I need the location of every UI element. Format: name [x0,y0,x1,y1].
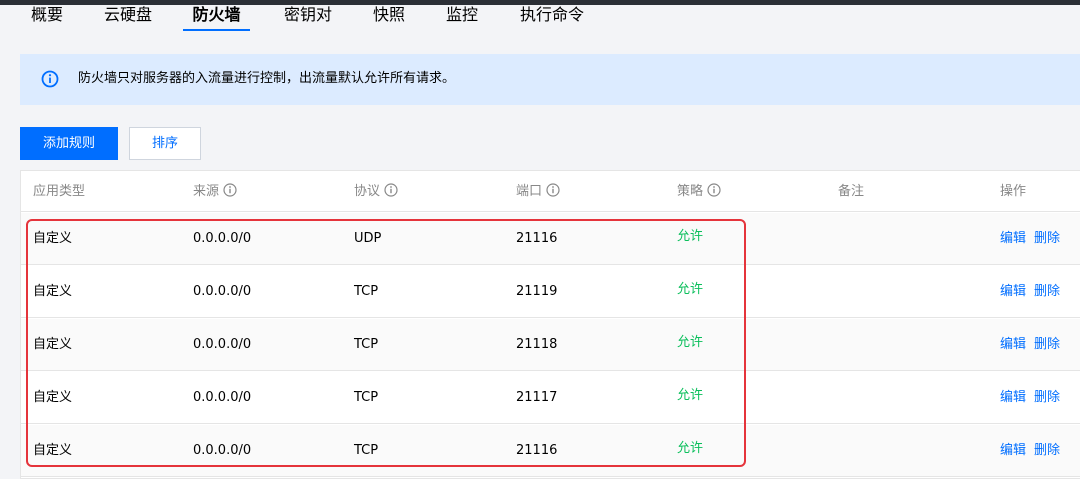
cell-port: 21119 [516,284,558,299]
header-policy-label: 策略 [677,184,704,199]
cell-protocol: TCP [354,337,379,352]
cell-port: 21116 [516,443,558,458]
edit-link[interactable]: 编辑 [1000,372,1026,424]
edit-link[interactable]: 编辑 [1000,266,1026,318]
cell-source: 0.0.0.0/0 [193,337,252,352]
delete-link[interactable]: 删除 [1034,425,1060,477]
delete-link[interactable]: 删除 [1034,213,1060,265]
tab-key-pair[interactable]: 密钥对 [284,5,332,31]
cell-app-type: 自定义 [33,337,73,352]
cell-protocol: TCP [354,390,379,405]
notice-text: 防火墙只对服务器的入流量进行控制，出流量默认允许所有请求。 [78,71,456,86]
cell-source: 0.0.0.0/0 [193,231,252,246]
table-row: 自定义 0.0.0.0/0 TCP 21117 允许 编辑 删除 [21,372,1080,424]
info-icon [41,70,59,88]
cell-app-type: 自定义 [33,284,73,299]
tab-bar: 概要 云硬盘 防火墙 密钥对 快照 监控 执行命令 [0,5,1080,31]
delete-link[interactable]: 删除 [1034,266,1060,318]
edit-link[interactable]: 编辑 [1000,425,1026,477]
cell-protocol: UDP [354,231,382,246]
header-actions: 操作 [1000,184,1027,199]
cell-policy: 允许 [677,441,704,456]
cell-app-type: 自定义 [33,390,73,405]
header-port-label: 端口 [516,184,543,199]
cell-source: 0.0.0.0/0 [193,443,252,458]
cell-protocol: TCP [354,443,379,458]
header-app-type: 应用类型 [33,171,85,212]
cell-policy: 允许 [677,335,704,350]
cell-policy: 允许 [677,229,704,244]
table-row: 自定义 0.0.0.0/0 TCP 21116 允许 编辑 删除 [21,425,1080,477]
cell-port: 21118 [516,337,558,352]
table-row: 自定义 0.0.0.0/0 UDP 21116 允许 编辑 删除 [21,213,1080,265]
table-row: 自定义 0.0.0.0/0 TCP 21119 允许 编辑 删除 [21,266,1080,318]
help-icon[interactable] [384,183,398,197]
tab-firewall[interactable]: 防火墙 [183,5,250,31]
sort-button[interactable]: 排序 [129,127,201,160]
tab-cloud-disk[interactable]: 云硬盘 [104,5,152,31]
help-icon[interactable] [546,183,560,197]
cell-protocol: TCP [354,284,379,299]
firewall-notice: 防火墙只对服务器的入流量进行控制，出流量默认允许所有请求。 [20,54,1080,105]
edit-link[interactable]: 编辑 [1000,319,1026,371]
header-port: 端口 [516,171,560,212]
add-rule-button[interactable]: 添加规则 [20,127,118,160]
delete-link[interactable]: 删除 [1034,372,1060,424]
header-source: 来源 [193,171,237,212]
header-policy: 策略 [677,171,721,212]
cell-app-type: 自定义 [33,231,73,246]
header-app-type-label: 应用类型 [33,184,86,199]
table-header: 应用类型 来源 协议 端口 策略 备注 操作 [21,171,1080,212]
tab-monitor[interactable]: 监控 [446,5,478,31]
header-remark: 备注 [838,184,865,199]
cell-source: 0.0.0.0/0 [193,284,252,299]
cell-port: 21116 [516,231,558,246]
cell-policy: 允许 [677,388,704,403]
cell-app-type: 自定义 [33,443,73,458]
tab-run-command[interactable]: 执行命令 [520,5,584,31]
table-row: 自定义 0.0.0.0/0 TCP 21118 允许 编辑 删除 [21,319,1080,371]
header-source-label: 来源 [193,184,220,199]
cell-source: 0.0.0.0/0 [193,390,252,405]
header-protocol-label: 协议 [354,184,381,199]
tab-overview[interactable]: 概要 [31,5,63,31]
help-icon[interactable] [707,183,721,197]
cell-policy: 允许 [677,282,704,297]
firewall-rules-table: 应用类型 来源 协议 端口 策略 备注 操作 自定义 0.0.0.0/0 UDP… [20,170,1080,479]
edit-link[interactable]: 编辑 [1000,213,1026,265]
help-icon[interactable] [223,183,237,197]
cell-port: 21117 [516,390,558,405]
delete-link[interactable]: 删除 [1034,319,1060,371]
tab-snapshot[interactable]: 快照 [373,5,405,31]
header-protocol: 协议 [354,171,398,212]
